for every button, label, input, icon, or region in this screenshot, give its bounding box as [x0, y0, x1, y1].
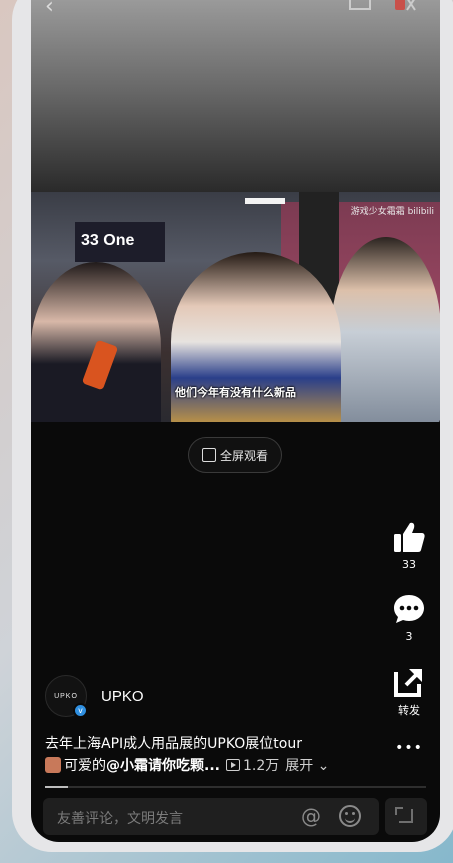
avatar[interactable]: UPKO v — [45, 675, 88, 718]
like-count: 33 — [402, 558, 416, 571]
view-count-text: 1.2万 — [242, 758, 280, 774]
video-screen: ‹ 33 One 游戏少女霜霜 bilibili 他们今年有没有什么新品 全屏观… — [31, 0, 440, 842]
expand-label: 展开 — [285, 758, 314, 774]
share-button[interactable]: 转发 — [388, 666, 430, 718]
at-mention-icon[interactable]: @ — [301, 804, 321, 828]
play-count-icon — [225, 759, 240, 771]
video-progress-fill — [45, 786, 68, 788]
expand-comment-button[interactable] — [385, 798, 427, 835]
fullscreen-label: 全屏观看 — [219, 448, 268, 463]
author-row[interactable]: UPKO v UPKO — [45, 675, 144, 718]
comment-count: 3 — [405, 630, 413, 643]
thumbs-up-icon — [394, 522, 425, 552]
video-subtitle: 他们今年有没有什么新品 — [175, 386, 296, 399]
share-label: 转发 — [398, 704, 420, 717]
expand-icon — [399, 809, 413, 823]
like-button[interactable]: 33 — [388, 520, 430, 571]
verified-badge-icon: v — [73, 703, 88, 718]
video-description: 可爱的 @小霜请你吃颗... 1.2万 展开 ⌄ — [45, 755, 329, 775]
view-count: 1.2万 — [225, 755, 280, 775]
emoji-picker-icon[interactable] — [339, 805, 361, 827]
comment-input[interactable]: 友善评论，文明发言 @ — [43, 798, 379, 835]
fullscreen-icon — [201, 448, 216, 462]
more-options-icon[interactable]: ••• — [388, 740, 430, 756]
description-text: 可爱的 — [64, 758, 106, 774]
video-progress-bar[interactable] — [45, 786, 426, 788]
video-player[interactable]: 33 One 游戏少女霜霜 bilibili 他们今年有没有什么新品 — [31, 192, 440, 422]
chevron-down-icon: ⌄ — [313, 758, 330, 774]
back-arrow-icon[interactable]: ‹ — [45, 0, 54, 19]
top-toolbar: ‹ — [31, 0, 440, 19]
emoji-icon — [45, 757, 61, 773]
expo-banner-text: 33 One — [81, 232, 135, 249]
video-watermark: 游戏少女霜霜 bilibili — [350, 207, 434, 217]
ceiling-light — [245, 198, 285, 204]
fullscreen-button[interactable]: 全屏观看 — [188, 437, 282, 473]
cast-icon[interactable] — [349, 0, 371, 10]
comment-button[interactable]: 3 — [388, 592, 430, 643]
author-name[interactable]: UPKO — [101, 688, 144, 705]
comment-bubble-icon — [394, 595, 424, 623]
avatar-logo: UPKO — [54, 692, 78, 700]
mention-link[interactable]: @小霜请你吃颗... — [106, 755, 220, 775]
video-title: 去年上海API成人用品展的UPKO展位tour — [45, 736, 302, 752]
expand-button[interactable]: 展开 ⌄ — [285, 755, 329, 775]
video-top-area — [31, 0, 440, 192]
gift-icon[interactable] — [393, 0, 417, 12]
comment-placeholder: 友善评论，文明发言 — [57, 811, 183, 827]
share-icon — [394, 669, 422, 697]
